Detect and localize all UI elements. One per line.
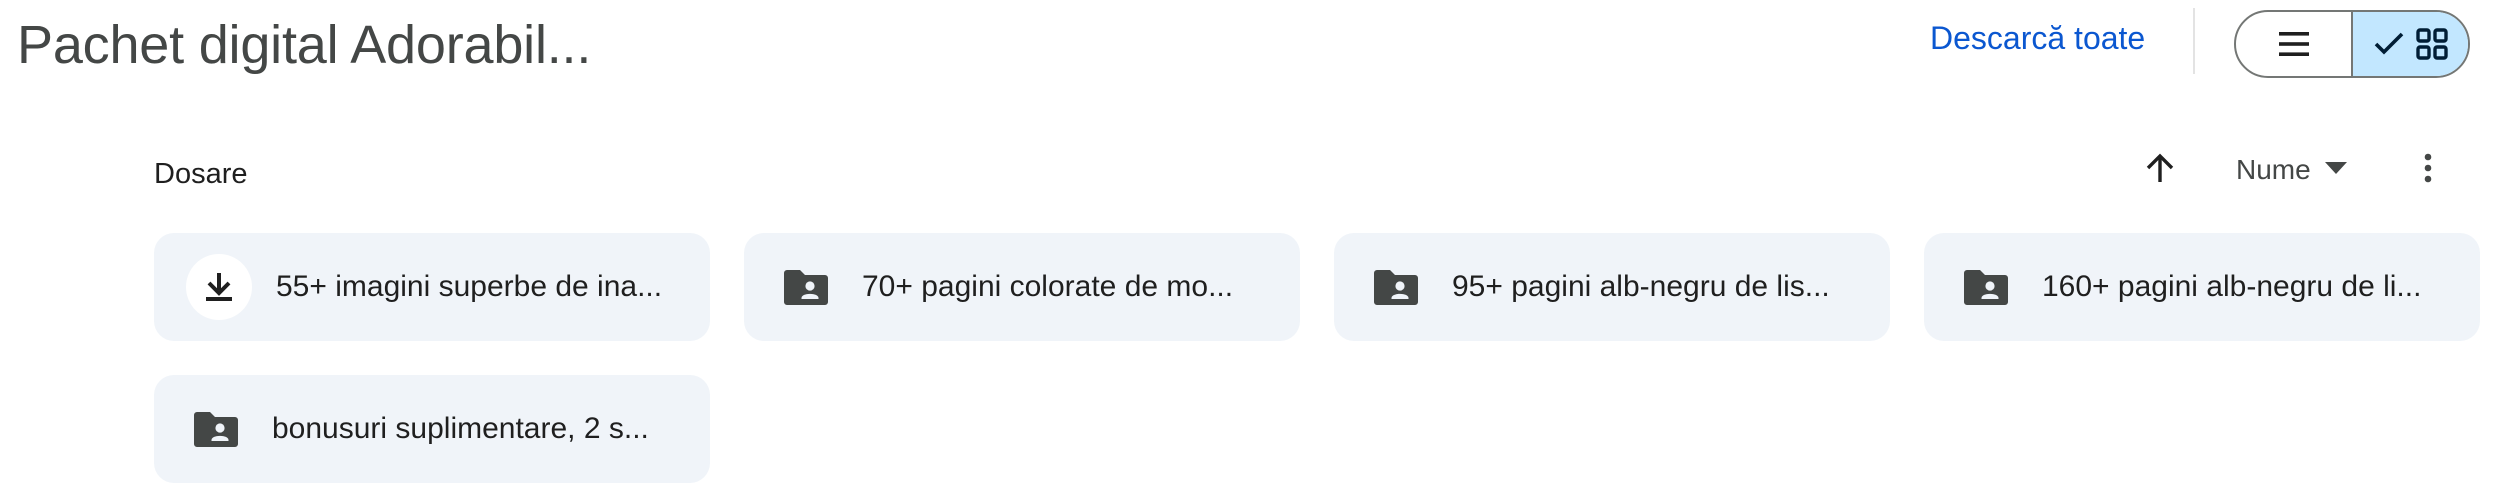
shared-folder-page: Pachet digital Adorabil... Descarcă toat… (0, 0, 2494, 502)
page-title: Pachet digital Adorabil... (17, 15, 592, 75)
folder-card[interactable]: 160+ pagini alb-negru de li... (1924, 233, 2480, 341)
shared-folder-icon (1364, 255, 1428, 319)
grid-icon (2415, 27, 2449, 61)
folder-card[interactable]: 95+ pagini alb-negru de lis... (1334, 233, 1890, 341)
section-label-folders: Dosare (154, 158, 248, 190)
folder-name: 70+ pagini colorate de mo... (862, 270, 1234, 303)
shared-folder-icon (1954, 255, 2018, 319)
check-icon (2373, 31, 2405, 57)
shared-folder-icon (184, 397, 248, 461)
download-all-button[interactable]: Descarcă toate (1930, 20, 2145, 57)
folder-name: 55+ imagini superbe de ina... (276, 270, 663, 303)
folder-name: bonusuri suplimentare, 2 s... (272, 412, 649, 445)
list-view-button[interactable] (2236, 12, 2353, 76)
list-icon (2277, 29, 2311, 59)
folder-card[interactable]: bonusuri suplimentare, 2 s... (154, 375, 710, 483)
sort-direction-button[interactable] (2136, 146, 2184, 194)
arrow-up-icon (2145, 152, 2175, 189)
sort-field-dropdown[interactable]: Nume (2236, 150, 2347, 190)
more-vert-icon (2423, 153, 2433, 188)
sort-field-label: Nume (2236, 154, 2311, 185)
grid-view-button[interactable] (2353, 12, 2468, 76)
folder-card[interactable]: 70+ pagini colorate de mo... (744, 233, 1300, 341)
header-divider (2193, 8, 2195, 74)
caret-down-icon (2324, 161, 2347, 179)
folder-card[interactable]: 55+ imagini superbe de ina... (154, 233, 710, 341)
more-options-button[interactable] (2404, 146, 2452, 194)
folder-name: 95+ pagini alb-negru de lis... (1452, 270, 1830, 303)
download-icon[interactable] (186, 254, 252, 320)
folder-name: 160+ pagini alb-negru de li... (2042, 270, 2422, 303)
view-toggle (2234, 10, 2470, 78)
shared-folder-icon (774, 255, 838, 319)
